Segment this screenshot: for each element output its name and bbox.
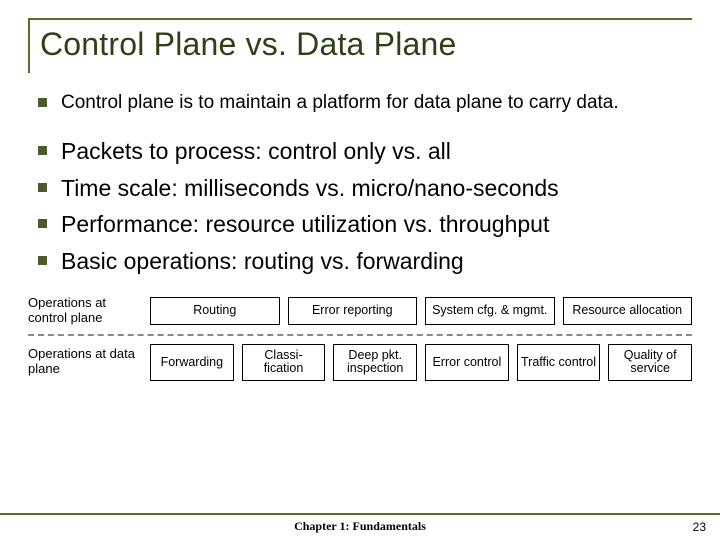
op-box-traffic-control: Traffic control (517, 344, 601, 382)
bullet-icon (38, 183, 47, 192)
bullet-item: Performance: resource utilization vs. th… (38, 210, 692, 239)
plane-divider (28, 334, 692, 336)
op-box-routing: Routing (150, 297, 280, 325)
bullet-item: Packets to process: control only vs. all (38, 137, 692, 166)
op-box-resource-alloc: Resource allocation (563, 297, 693, 325)
op-box-error-reporting: Error reporting (288, 297, 418, 325)
title-frame: Control Plane vs. Data Plane (28, 18, 692, 73)
bullet-item: Basic operations: routing vs. forwarding (38, 247, 692, 276)
bullet-icon (38, 219, 47, 228)
op-box-qos: Quality of service (608, 344, 692, 382)
control-plane-row: Operations at control plane Routing Erro… (28, 296, 692, 326)
bullet-text: Performance: resource utilization vs. th… (61, 210, 549, 239)
data-plane-label: Operations at data plane (28, 347, 140, 377)
bullet-text: Basic operations: routing vs. forwarding (61, 247, 464, 276)
data-plane-row: Operations at data plane Forwarding Clas… (28, 344, 692, 382)
operations-diagram: Operations at control plane Routing Erro… (28, 296, 692, 381)
bullet-text: Time scale: milliseconds vs. micro/nano-… (61, 174, 559, 203)
bullet-text: Packets to process: control only vs. all (61, 137, 451, 166)
slide-footer: Chapter 1: Fundamentals 23 (0, 513, 720, 534)
bullet-text: Control plane is to maintain a platform … (61, 91, 619, 115)
bullet-icon (38, 98, 47, 107)
op-box-classification: Classi- fication (242, 344, 326, 382)
op-box-system-cfg: System cfg. & mgmt. (425, 297, 555, 325)
slide-title: Control Plane vs. Data Plane (40, 26, 692, 63)
footer-chapter: Chapter 1: Fundamentals (294, 519, 426, 534)
bullet-item: Time scale: milliseconds vs. micro/nano-… (38, 174, 692, 203)
bullet-icon (38, 146, 47, 155)
op-box-error-control: Error control (425, 344, 509, 382)
op-box-forwarding: Forwarding (150, 344, 234, 382)
op-box-deep-pkt: Deep pkt. inspection (333, 344, 417, 382)
footer-page-number: 23 (693, 520, 706, 534)
bullet-list: Control plane is to maintain a platform … (28, 91, 692, 276)
control-plane-label: Operations at control plane (28, 296, 140, 326)
bullet-item: Control plane is to maintain a platform … (38, 91, 692, 115)
bullet-icon (38, 256, 47, 265)
